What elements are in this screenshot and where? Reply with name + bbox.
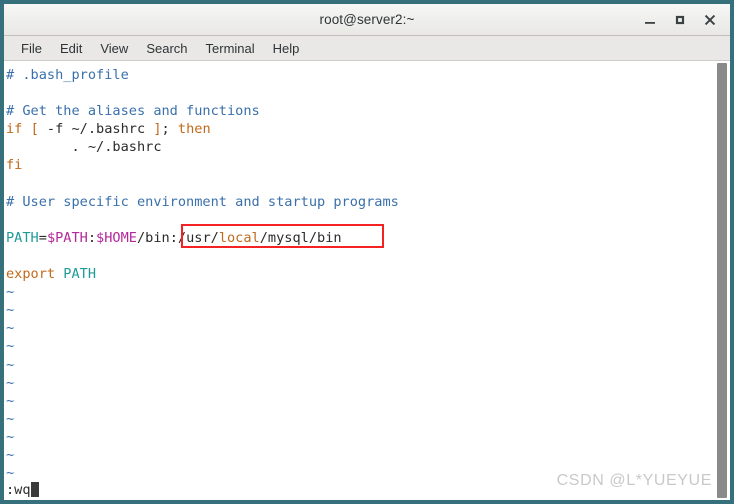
editor-text-span: : (87, 229, 97, 246)
editor-line: # User specific environment and startup … (6, 193, 714, 211)
vim-command-text: :wq (6, 482, 31, 498)
close-icon (704, 14, 716, 26)
editor-text-span: ~ (6, 446, 15, 463)
editor-text-span: ~ (6, 320, 15, 337)
scrollbar-thumb[interactable] (717, 63, 727, 498)
editor-text-span: ~ (6, 428, 15, 445)
menu-item-edit[interactable]: Edit (51, 39, 91, 58)
editor-text-span: # Get the aliases and functions (6, 103, 260, 120)
editor-line: # Get the aliases and functions (6, 102, 714, 120)
editor-text-span: ] (153, 121, 162, 138)
editor-text-span: ~ (6, 356, 15, 373)
editor-text-span: PATH (63, 266, 97, 283)
editor-line: ~ (6, 319, 714, 337)
editor-line: ~ (6, 283, 714, 301)
vertical-scrollbar[interactable] (714, 61, 730, 500)
vim-editor-buffer[interactable]: # .bash_profile # Get the aliases and fu… (4, 61, 714, 500)
editor-text-span: local (218, 229, 260, 246)
editor-text-span: ~ (6, 465, 15, 482)
editor-text-span: -f ~/.bashrc (38, 121, 154, 138)
menu-item-help[interactable]: Help (264, 39, 309, 58)
editor-line: fi (6, 156, 714, 174)
editor-text-span: ; (161, 121, 178, 138)
editor-text-span: if (6, 121, 23, 138)
editor-text-span: ~ (6, 410, 15, 427)
menu-item-terminal[interactable]: Terminal (197, 39, 264, 58)
window-titlebar: root@server2:~ (4, 4, 730, 36)
editor-text-span: export (6, 266, 56, 283)
minimize-button[interactable] (636, 7, 664, 33)
window-title: root@server2:~ (319, 12, 415, 27)
watermark-label: CSDN @L*YUEYUE (556, 472, 712, 489)
editor-text-span: ~ (6, 338, 15, 355)
editor-line: ~ (6, 410, 714, 428)
editor-text-span: then (177, 121, 211, 138)
editor-line: ~ (6, 392, 714, 410)
editor-line: ~ (6, 337, 714, 355)
editor-line: # .bash_profile (6, 66, 714, 84)
window-controls (636, 4, 724, 35)
close-button[interactable] (696, 7, 724, 33)
editor-line: ~ (6, 446, 714, 464)
editor-text-span: ~ (6, 302, 15, 319)
maximize-button[interactable] (666, 7, 694, 33)
editor-text-span: ~ (6, 392, 15, 409)
vim-command-line: :wq (6, 481, 39, 499)
editor-text-span: # User specific environment and startup … (6, 193, 399, 210)
editor-text-span: /mysql/bin (259, 229, 342, 246)
editor-line: if [ -f ~/.bashrc ]; then (6, 120, 714, 138)
editor-line: export PATH (6, 265, 714, 283)
editor-text-span: $HOME (96, 229, 137, 246)
editor-text-span: /bin:/usr/ (136, 229, 219, 246)
menu-item-view[interactable]: View (91, 39, 137, 58)
terminal-body: # .bash_profile # Get the aliases and fu… (4, 61, 730, 500)
menu-item-search[interactable]: Search (137, 39, 196, 58)
editor-text-span: . ~/.bashrc (6, 139, 162, 156)
editor-text-span: # .bash_profile (6, 67, 129, 83)
editor-line: ~ (6, 356, 714, 374)
editor-line: ~ (6, 428, 714, 446)
editor-text-span: ~ (6, 374, 15, 391)
menubar: File Edit View Search Terminal Help (4, 36, 730, 61)
text-cursor (30, 482, 39, 497)
maximize-icon (674, 14, 686, 26)
editor-line: . ~/.bashrc (6, 138, 714, 156)
menu-item-file[interactable]: File (12, 39, 51, 58)
minimize-icon (644, 14, 656, 26)
editor-text-span: [ (30, 121, 39, 138)
editor-text-span: ~ (6, 284, 15, 301)
editor-text-span: = (38, 229, 47, 246)
editor-line: ~ (6, 301, 714, 319)
editor-text-span: fi (6, 157, 23, 174)
editor-line: PATH=$PATH:$HOME/bin:/usr/local/mysql/bi… (6, 229, 714, 247)
editor-text-span: $PATH (46, 229, 88, 246)
editor-line: ~ (6, 374, 714, 392)
editor-text-span (22, 121, 30, 137)
terminal-window: root@server2:~ File Edit View Search Ter… (0, 0, 734, 504)
editor-text-span: PATH (6, 229, 39, 246)
